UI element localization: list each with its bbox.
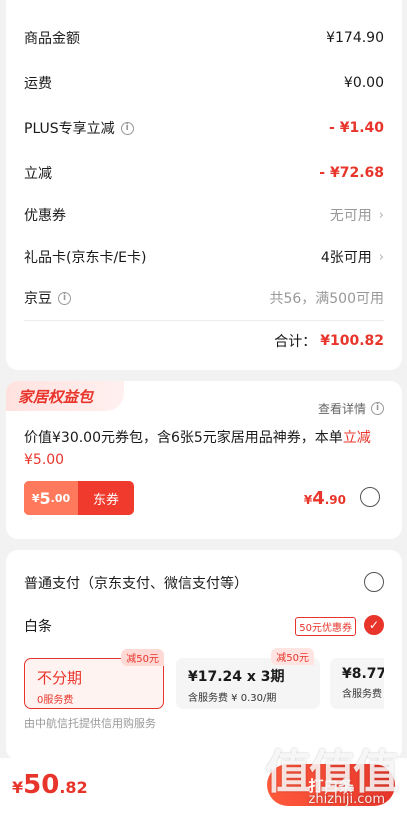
benefit-package-card: 家居权益包 查看详情 i 价值¥30.00元券包，含6张5元家居用品神券，本单立…	[6, 381, 402, 539]
normal-pay-radio[interactable]	[364, 572, 384, 592]
total-label: 合计：	[274, 334, 317, 350]
chevron-right-icon: ›	[378, 249, 384, 265]
jingdou-label: 京豆	[24, 291, 52, 307]
plus-discount-label: PLUS专享立减	[24, 121, 115, 137]
instant-discount-value: - ¥72.68	[319, 165, 384, 181]
goods-amount-label: 商品金额	[24, 31, 80, 47]
shipping-label: 运费	[24, 76, 52, 92]
jingdou-row: 京豆 i 共56，满500可用	[24, 286, 384, 310]
view-details-link[interactable]: 查看详情 i	[318, 400, 384, 417]
total-row: 合计： ¥100.82	[24, 329, 384, 353]
total-value: ¥100.82	[320, 333, 384, 349]
plan-fee: 含服务费 ¥ 0.30/期	[188, 693, 277, 704]
giftcard-row[interactable]: 礼品卡(京东卡/E卡) 4张可用 ›	[24, 245, 384, 269]
coupon-ticket: ¥5.00 东券	[24, 481, 134, 515]
plan-more-installments[interactable]: ¥8.77 含服务费	[330, 658, 384, 709]
normal-pay-label[interactable]: 普通支付（京东支付、微信支付等）	[24, 573, 248, 593]
plan-title: 不分期	[37, 669, 83, 687]
baitiao-coupon-badge: 50元优惠券	[295, 617, 356, 636]
coupon-row[interactable]: 优惠券 无可用 ›	[24, 203, 384, 227]
coupon-value: 无可用	[329, 208, 372, 224]
divider	[24, 320, 384, 321]
info-icon[interactable]: i	[58, 291, 71, 305]
baitiao-label[interactable]: 白条	[24, 616, 52, 636]
bottom-total-price: ¥50.82	[12, 770, 88, 800]
shipping-value: ¥0.00	[343, 75, 384, 91]
info-icon: i	[371, 402, 384, 415]
view-details-label: 查看详情	[317, 402, 366, 416]
giftcard-value: 4张可用	[320, 250, 372, 266]
goods-amount-row: 商品金额 ¥174.90	[24, 26, 384, 50]
instant-discount-row: 立减 - ¥72.68	[24, 161, 384, 185]
plus-discount-row: PLUS专享立减 i - ¥1.40	[24, 116, 384, 140]
baitiao-radio-checked[interactable]: ✓	[364, 615, 384, 635]
plan-no-installment[interactable]: 减50元 不分期 0服务费	[24, 649, 164, 709]
credit-provider-note: 由中航信托提供信用购服务	[24, 717, 156, 730]
pay-button[interactable]: 打白条	[267, 764, 395, 806]
plan-discount-badge: 减50元	[121, 649, 164, 666]
instant-discount-label: 立减	[24, 166, 52, 182]
plan-title: ¥8.77	[342, 666, 384, 682]
jingdou-value: 共56，满500可用	[269, 291, 384, 307]
goods-amount-value: ¥174.90	[326, 30, 384, 46]
benefit-description: 价值¥30.00元券包，含6张5元家居用品神券，本单立减¥5.00	[24, 427, 386, 471]
plan-title: ¥17.24 x 3期	[188, 669, 285, 685]
plan-fee: 0服务费	[37, 695, 74, 706]
coupon-label: 优惠券	[24, 208, 66, 224]
giftcard-label: 礼品卡(京东卡/E卡)	[24, 250, 147, 266]
payment-method-card: 普通支付（京东支付、微信支付等） 白条 50元优惠券 ✓ 减50元 不分期 0服…	[6, 550, 402, 760]
order-summary-card: 商品金额 ¥174.90 运费 ¥0.00 PLUS专享立减 i - ¥1.40 …	[6, 0, 402, 370]
bottom-bar: ¥50.82 打白条	[0, 758, 407, 814]
plus-discount-value: - ¥1.40	[329, 120, 384, 136]
coupon-amount: ¥5.00	[24, 481, 78, 515]
benefit-description-text: 价值¥30.00元券包，含6张5元家居用品神券，本单	[24, 430, 343, 446]
plan-discount-badge: 减50元	[271, 648, 314, 665]
chevron-right-icon: ›	[378, 207, 384, 223]
shipping-row: 运费 ¥0.00	[24, 71, 384, 95]
benefit-package-tag: 家居权益包	[6, 381, 124, 411]
info-icon[interactable]: i	[120, 121, 134, 135]
plan-3-installments[interactable]: 减50元 ¥17.24 x 3期 含服务费 ¥ 0.30/期	[176, 648, 320, 709]
benefit-price: ¥4.90	[303, 488, 346, 509]
benefit-select-radio[interactable]	[360, 487, 380, 507]
plan-fee: 含服务费	[342, 689, 382, 700]
coupon-name: 东券	[92, 492, 119, 508]
